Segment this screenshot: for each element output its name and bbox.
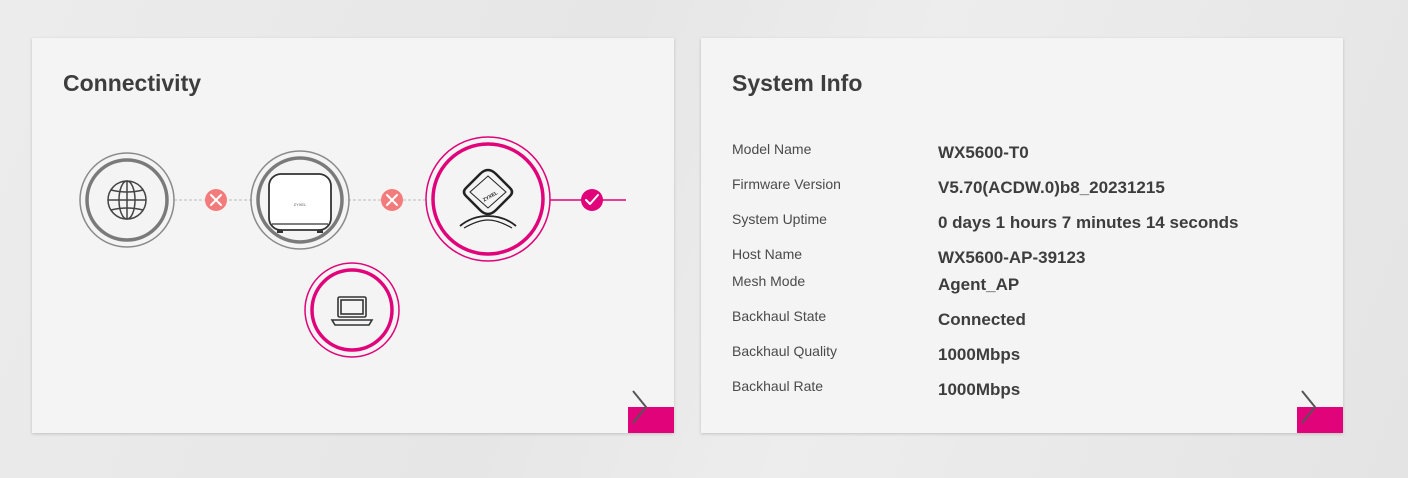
info-value: 0 days 1 hours 7 minutes 14 seconds (938, 213, 1239, 232)
info-label: Backhaul Rate (732, 378, 824, 394)
info-label: Backhaul Quality (732, 343, 838, 359)
topology-diagram: ZYXEL ZYXEL (32, 38, 674, 433)
info-value: WX5600-AP-39123 (938, 248, 1086, 267)
globe-icon (107, 180, 147, 220)
info-label: Model Name (732, 141, 812, 157)
router-icon: ZYXEL (268, 173, 332, 233)
info-value: 1000Mbps (938, 345, 1021, 364)
info-label: System Uptime (732, 211, 827, 227)
system-info-title: System Info (732, 70, 863, 96)
system-info-card[interactable]: System Info Model Name WX5600-T0 Firmwar… (701, 38, 1343, 433)
client-node[interactable] (304, 262, 400, 358)
gateway-node[interactable]: ZYXEL (250, 150, 350, 250)
connectivity-more-button[interactable] (628, 390, 674, 433)
info-label: Backhaul State (732, 308, 827, 324)
info-value: V5.70(ACDW.0)b8_20231215 (938, 178, 1165, 197)
info-label: Host Name (732, 246, 803, 262)
check-icon (581, 189, 603, 211)
info-value: Connected (938, 310, 1026, 329)
x-icon (205, 189, 227, 211)
x-icon (381, 189, 403, 211)
chevron-right-icon (1301, 390, 1317, 424)
chevron-right-icon (632, 390, 648, 424)
svg-text:ZYXEL: ZYXEL (294, 202, 307, 207)
info-value: WX5600-T0 (938, 143, 1029, 162)
info-value: 1000Mbps (938, 380, 1021, 399)
info-label: Firmware Version (732, 176, 841, 192)
connectivity-card[interactable]: Connectivity ZYXEL ZYXEL (32, 38, 674, 433)
system-info-more-button[interactable] (1297, 390, 1343, 433)
info-value: Agent_AP (938, 275, 1020, 294)
info-label: Mesh Mode (732, 273, 806, 289)
internet-node[interactable] (79, 152, 175, 248)
access-point-node[interactable]: ZYXEL (425, 136, 551, 262)
